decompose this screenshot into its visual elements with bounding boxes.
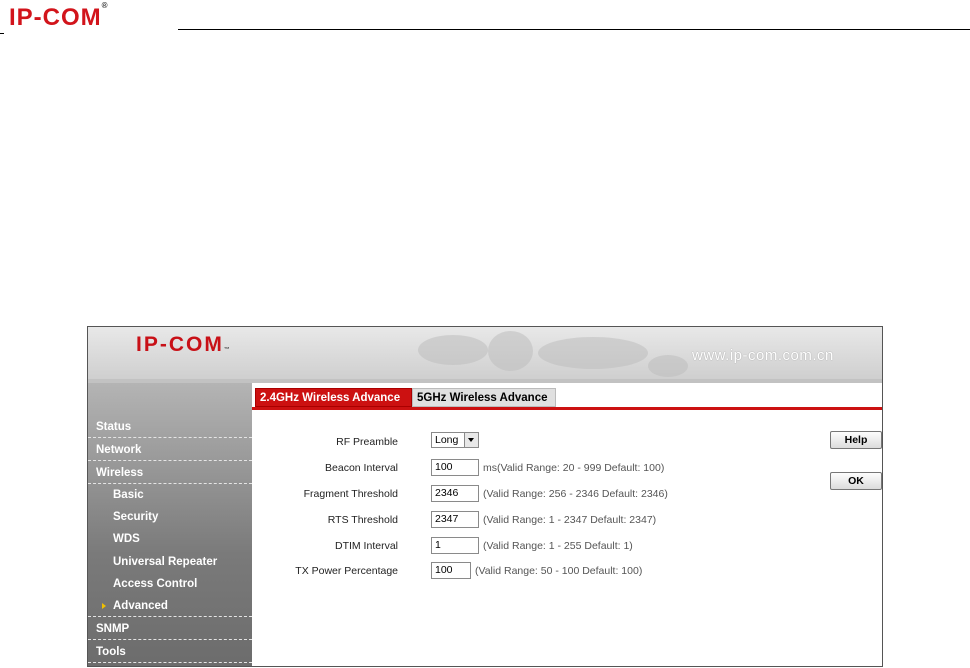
selected-arrow-icon [102,603,106,609]
sidebar-item-label: Wireless [96,467,144,479]
dtim-interval-hint: (Valid Range: 1 - 255 Default: 1) [483,540,633,552]
main-content: 2.4GHz Wireless Advance 5GHz Wireless Ad… [252,383,882,666]
sidebar-item-security[interactable]: Security [88,506,252,528]
sidebar-item-label: Access Control [113,578,198,590]
sidebar-item-advanced[interactable]: Advanced [88,595,252,617]
rts-threshold-input[interactable]: 2347 [431,511,479,528]
fragment-threshold-hint: (Valid Range: 256 - 2346 Default: 2346) [483,488,668,500]
world-map-decoration [418,335,488,365]
tx-power-label: TX Power Percentage [295,565,398,577]
rf-preamble-value: Long [435,434,459,446]
rf-preamble-label: RF Preamble [336,436,398,448]
router-ui-frame: IP-COM™ www.ip-com.com.cn Status Network… [87,326,883,667]
registered-mark: ® [101,1,108,10]
dtim-interval-input[interactable]: 1 [431,537,479,554]
help-button[interactable]: Help [830,431,882,449]
chevron-down-icon [468,438,474,442]
trademark-mark: ™ [223,347,230,353]
rts-threshold-hint: (Valid Range: 1 - 2347 Default: 2347) [483,514,657,526]
banner-logo-text: IP-COM [136,333,224,356]
sidebar-item-label: SNMP [96,623,130,635]
sidebar-item-universal-repeater[interactable]: Universal Repeater [88,551,252,573]
sidebar-item-label: Status [96,421,132,433]
sidebar-item-snmp[interactable]: SNMP [88,618,252,640]
sidebar-item-basic[interactable]: Basic [88,484,252,506]
sidebar-item-access-control[interactable]: Access Control [88,573,252,595]
beacon-interval-input[interactable]: 100 [431,459,479,476]
rts-threshold-label: RTS Threshold [327,514,398,526]
sidebar-item-label: Security [113,511,159,523]
sidebar-item-label: Tools [96,646,126,658]
sidebar: Status Network Wireless Basic Security W… [88,383,252,666]
dropdown-button[interactable] [464,433,478,447]
tab-underline [252,407,882,410]
sidebar-item-label: Network [96,444,142,456]
fragment-threshold-label: Fragment Threshold [303,488,398,500]
beacon-interval-label: Beacon Interval [325,462,398,474]
document-logo: IP-COM® [9,1,108,32]
tx-power-input[interactable]: 100 [431,562,471,579]
sidebar-item-wds[interactable]: WDS [88,528,252,550]
dtim-interval-label: DTIM Interval [334,540,398,552]
world-map-decoration [648,355,688,377]
rf-preamble-select[interactable]: Long [431,432,479,448]
sidebar-item-tools[interactable]: Tools [88,641,252,663]
beacon-interval-hint: ms(Valid Range: 20 - 999 Default: 100) [483,462,665,474]
tx-power-hint: (Valid Range: 50 - 100 Default: 100) [475,565,643,577]
banner: IP-COM™ www.ip-com.com.cn [88,327,882,379]
ok-button[interactable]: OK [830,472,882,490]
document-logo-text: IP-COM [9,4,102,31]
world-map-decoration [538,337,648,369]
tab-2-4ghz-wireless-advance[interactable]: 2.4GHz Wireless Advance [255,388,412,407]
sidebar-item-network[interactable]: Network [88,439,252,461]
tab-5ghz-wireless-advance[interactable]: 5GHz Wireless Advance [412,388,556,407]
fragment-threshold-input[interactable]: 2346 [431,485,479,502]
sidebar-item-label: Advanced [113,600,168,612]
sidebar-item-status[interactable]: Status [88,416,252,438]
header-rule [178,29,970,30]
sidebar-item-wireless[interactable]: Wireless [88,462,252,484]
sidebar-item-label: Universal Repeater [113,556,218,568]
banner-logo: IP-COM™ [136,333,230,357]
header-tick [0,33,4,34]
sidebar-item-label: WDS [113,533,140,545]
banner-url: www.ip-com.com.cn [692,347,834,364]
world-map-decoration [488,331,533,371]
sidebar-item-label: Basic [113,489,144,501]
